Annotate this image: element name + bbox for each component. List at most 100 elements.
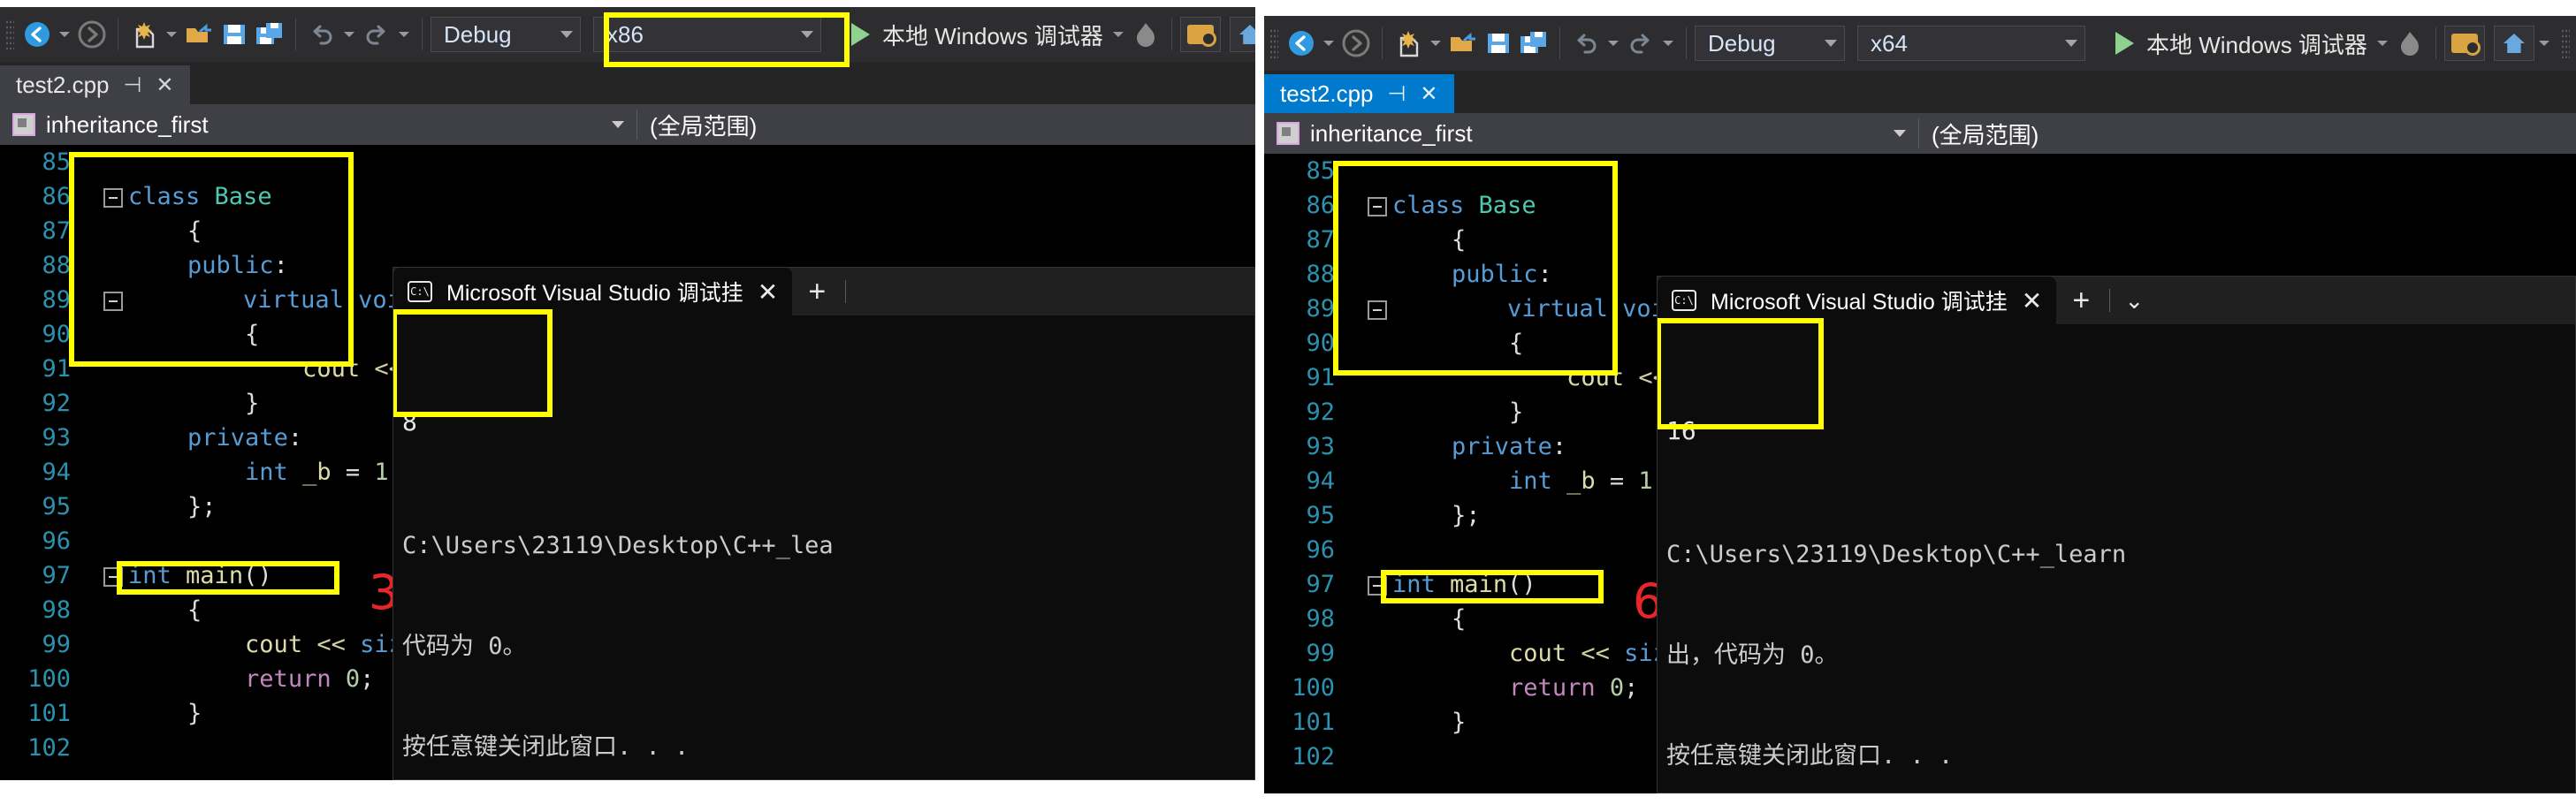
code-line[interactable]: 85 (0, 145, 1255, 179)
chevron-down-icon[interactable]: ⌄ (2114, 277, 2154, 324)
pin-icon[interactable]: ⊣ (124, 72, 142, 98)
start-debugging-button[interactable]: 本地 Windows 调试器 (2101, 24, 2373, 63)
code-line[interactable]: 87 { (1264, 223, 2576, 257)
save-button[interactable] (217, 15, 252, 54)
fold-toggle-icon[interactable] (1368, 196, 1387, 216)
line-number: 96 (42, 527, 71, 555)
redo-dropdown-icon[interactable] (394, 15, 414, 54)
toolbar-separator (2435, 27, 2436, 59)
code-line[interactable]: 86 class Base (0, 179, 1255, 214)
toolbar-separator (1559, 27, 1560, 59)
line-number: 91 (42, 355, 71, 383)
start-debugging-dropdown-icon[interactable] (2373, 24, 2392, 63)
solution-explorer-button[interactable] (1179, 17, 1221, 52)
close-icon[interactable]: ✕ (758, 277, 778, 307)
document-tab-test2cpp[interactable]: test2.cpp ⊣ ✕ (0, 65, 190, 104)
solution-platform-combo[interactable]: x86 (593, 17, 821, 52)
new-file-button[interactable] (126, 15, 162, 54)
code-text: class Base (95, 183, 1255, 210)
open-file-button[interactable] (1445, 24, 1481, 63)
project-selector[interactable]: inheritance_first (0, 104, 636, 145)
line-number: 97 (1306, 571, 1335, 598)
chevron-down-icon (560, 31, 573, 38)
line-number: 85 (42, 148, 71, 176)
console-tab[interactable]: C:\ Microsoft Visual Studio 调试挂 ✕ (393, 268, 793, 315)
line-number: 95 (42, 493, 71, 520)
new-tab-icon[interactable]: + (2056, 277, 2106, 324)
undo-button[interactable] (1568, 24, 1604, 63)
console-tab[interactable]: C:\ Microsoft Visual Studio 调试挂 ✕ (1658, 277, 2057, 324)
redo-button[interactable] (1623, 24, 1658, 63)
fold-toggle-icon[interactable] (103, 187, 123, 208)
toolbar-overflow-icon[interactable] (2534, 24, 2554, 63)
navigate-forward-button[interactable] (74, 15, 110, 54)
undo-dropdown-icon[interactable] (339, 15, 359, 54)
toolbar-grip[interactable] (5, 19, 14, 49)
new-file-button[interactable] (1391, 24, 1426, 63)
solution-platform-combo[interactable]: x64 (1857, 26, 2085, 61)
solution-configuration-combo[interactable]: Debug (1695, 26, 1845, 61)
document-tab-test2cpp[interactable]: test2.cpp ⊣ ✕ (1264, 74, 1454, 113)
save-all-button[interactable] (252, 15, 287, 54)
chevron-down-icon (2065, 40, 2077, 47)
solution-platform-value: x64 (1871, 29, 1908, 57)
live-share-button[interactable] (1229, 17, 1255, 52)
redo-button[interactable] (359, 15, 394, 54)
solution-configuration-value: Debug (444, 20, 512, 48)
save-button[interactable] (1481, 24, 1516, 63)
close-icon[interactable]: ✕ (2022, 286, 2042, 315)
solution-explorer-button[interactable] (2443, 26, 2485, 61)
pin-icon[interactable]: ⊣ (1388, 81, 1406, 107)
fold-toggle-icon[interactable] (1368, 575, 1387, 596)
new-tab-icon[interactable]: + (792, 268, 842, 315)
toolbar-grip[interactable] (1269, 28, 1278, 58)
start-debugging-button[interactable]: 本地 Windows 调试器 (837, 15, 1109, 54)
scope-selector[interactable]: (全局范围) (1919, 113, 2051, 154)
line-number: 96 (1306, 536, 1335, 564)
toolbar-grip[interactable] (2560, 28, 2570, 58)
line-number: 100 (1292, 674, 1335, 702)
editor-navigation-bar-x64: inheritance_first (全局范围) (1264, 113, 2576, 154)
console-window-x86[interactable]: C:\ Microsoft Visual Studio 调试挂 ✕ + 8 C:… (392, 267, 1255, 780)
panel-gap (1255, 0, 1264, 812)
code-line[interactable]: 85 (1264, 154, 2576, 188)
line-number: 87 (42, 217, 71, 245)
undo-dropdown-icon[interactable] (1604, 24, 1623, 63)
navigate-back-dropdown-icon[interactable] (1319, 24, 1338, 63)
navigate-forward-button[interactable] (1338, 24, 1374, 63)
new-file-dropdown-icon[interactable] (162, 15, 181, 54)
redo-dropdown-icon[interactable] (1658, 24, 1678, 63)
console-tab-title: Microsoft Visual Studio 调试挂 (446, 281, 743, 306)
undo-button[interactable] (304, 15, 339, 54)
fold-toggle-icon[interactable] (1368, 300, 1387, 320)
navigate-back-button[interactable] (19, 15, 55, 54)
open-file-button[interactable] (181, 15, 217, 54)
hot-reload-button[interactable] (2392, 24, 2427, 63)
save-all-button[interactable] (1516, 24, 1551, 63)
console-window-x64[interactable]: C:\ Microsoft Visual Studio 调试挂 ✕ + ⌄ 16… (1657, 276, 2576, 793)
home-icon (1238, 25, 1255, 44)
new-file-dropdown-icon[interactable] (1426, 24, 1445, 63)
line-number: 100 (27, 665, 71, 693)
fold-toggle-icon[interactable] (103, 566, 123, 587)
scope-selector[interactable]: (全局范围) (637, 104, 769, 145)
solution-configuration-combo[interactable]: Debug (431, 17, 581, 52)
terminal-icon: C:\ (1672, 290, 1696, 311)
live-share-button[interactable] (2493, 26, 2534, 61)
console-tabbar-divider (2109, 289, 2111, 312)
hot-reload-button[interactable] (1128, 15, 1163, 54)
navigate-back-button[interactable] (1284, 24, 1319, 63)
start-debugging-dropdown-icon[interactable] (1109, 15, 1128, 54)
code-line[interactable]: 87 { (0, 214, 1255, 248)
close-icon[interactable]: ✕ (1420, 81, 1437, 107)
close-icon[interactable]: ✕ (156, 72, 173, 98)
navigate-back-dropdown-icon[interactable] (55, 15, 74, 54)
project-selector[interactable]: inheritance_first (1264, 113, 1918, 154)
home-icon (2503, 34, 2525, 53)
console-output-value: 8 (402, 407, 417, 436)
toolbar-x64: Debug x64 本地 Windows 调试器 (1264, 16, 2576, 71)
fold-toggle-icon[interactable] (103, 291, 123, 311)
code-line[interactable]: 86 class Base (1264, 188, 2576, 223)
